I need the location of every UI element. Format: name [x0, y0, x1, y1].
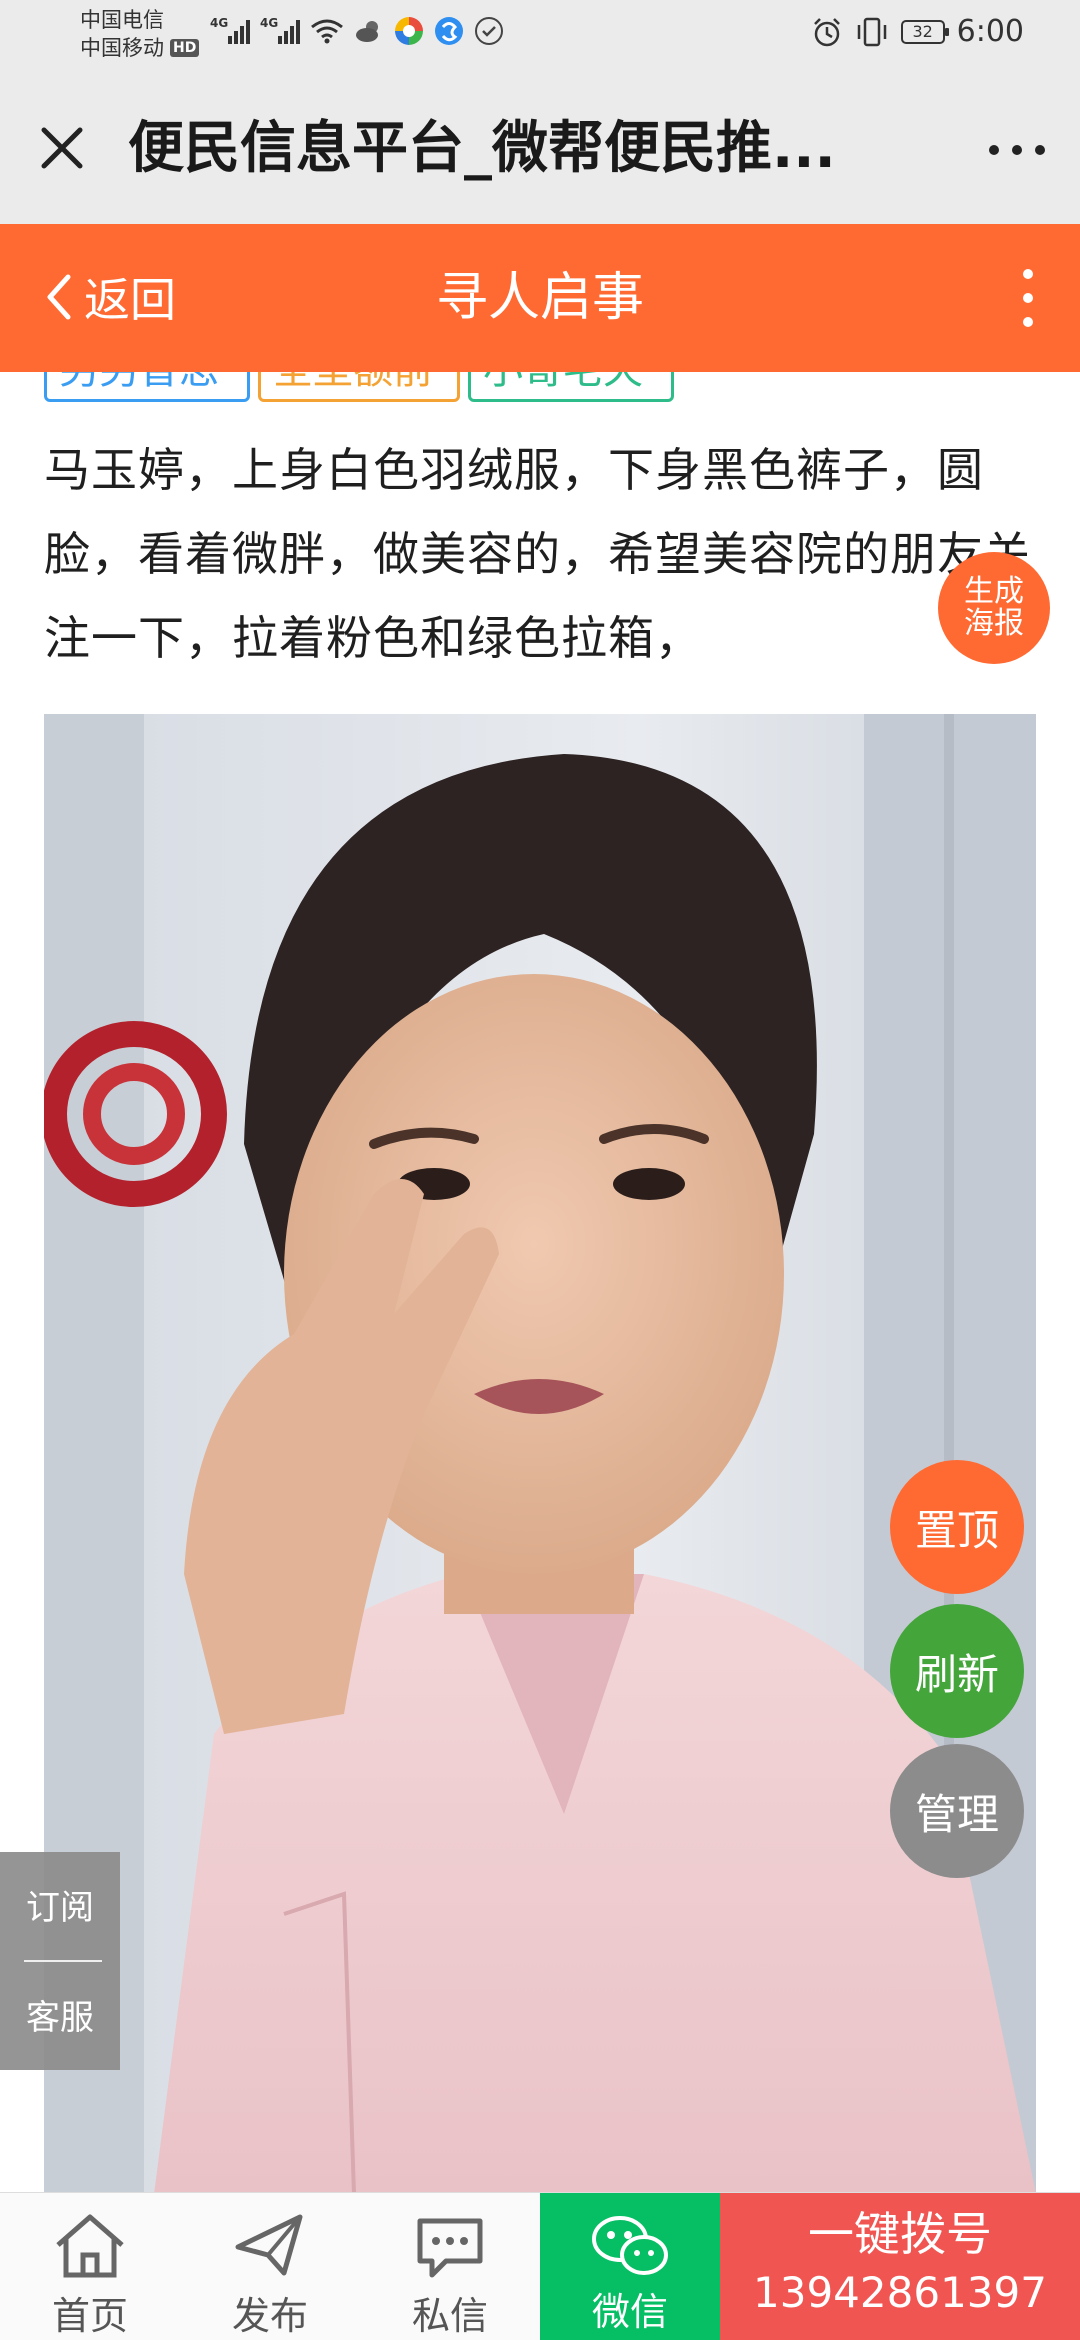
nav-wechat[interactable]: 微信 [540, 2193, 720, 2340]
generate-poster-button[interactable]: 生成 海报 [938, 552, 1050, 664]
browser-title-bar: 便民信息平台_微帮便民推... [0, 72, 1080, 224]
carrier-2: 中国移动 [80, 36, 164, 60]
app-icon [395, 17, 423, 45]
nav-message-label: 私信 [411, 2294, 488, 2338]
nav-message[interactable]: 私信 [360, 2193, 540, 2340]
battery-icon: 32 [900, 19, 949, 44]
kebab-menu-icon[interactable] [1016, 266, 1040, 330]
page-title: 便民信息平台_微帮便民推... [128, 116, 836, 181]
close-icon[interactable] [30, 116, 94, 180]
browser-icon [435, 17, 463, 45]
status-bar: 中国电信 中国移动 HD 4G 4G 32 6:00 [0, 0, 1080, 72]
nav-publish-label: 发布 [231, 2294, 308, 2338]
carrier-1: 中国电信 [80, 8, 164, 32]
signal-icon: 4G [260, 16, 300, 44]
nav-publish[interactable]: 发布 [180, 2193, 360, 2340]
subscribe-button[interactable]: 订阅 [0, 1880, 120, 1929]
weather-icon [356, 21, 378, 42]
network-type: 4G [210, 16, 229, 30]
header-title: 寻人启事 [435, 268, 644, 328]
photo-image [44, 714, 1036, 2194]
alarm-icon [813, 17, 840, 46]
wechat-icon [592, 2216, 668, 2275]
orange-header: 返回 寻人启事 [0, 224, 1080, 372]
nav-home-label: 首页 [51, 2294, 128, 2338]
customer-service-button[interactable]: 客服 [0, 1990, 120, 2039]
wifi-icon [311, 19, 343, 44]
more-options-icon[interactable] [982, 130, 1052, 170]
pin-top-button[interactable]: 置顶 [890, 1460, 1024, 1594]
side-panel: 订阅 客服 [0, 1852, 120, 2070]
bottom-nav: 首页 发布 私信 微信 一键拨号 13942861397 [0, 2192, 1080, 2340]
home-icon [56, 2214, 124, 2278]
manage-button[interactable]: 管理 [890, 1744, 1024, 1878]
status-icons: 4G 4G [210, 16, 504, 46]
hd-badge: HD [170, 39, 200, 57]
nav-home[interactable]: 首页 [0, 2193, 180, 2340]
check-icon [475, 17, 503, 45]
nav-wechat-label: 微信 [591, 2290, 668, 2334]
vibrate-icon [857, 17, 886, 46]
call-label: 一键拨号 [808, 2207, 992, 2261]
poster-label-1: 生成 [964, 574, 1024, 609]
person-photo[interactable] [44, 714, 1036, 2194]
phone-number: 13942861397 [753, 2268, 1047, 2317]
clock: 6:00 [956, 14, 1024, 49]
divider [24, 1960, 102, 1962]
network-type: 4G [260, 16, 279, 30]
paper-plane-icon [235, 2214, 303, 2276]
status-right: 32 6:00 [811, 14, 1024, 49]
post-content: 马玉婷，上身白色羽绒服，下身黑色裤子，圆脸，看着微胖，做美容的，希望美容院的朋友… [44, 443, 1031, 665]
call-button[interactable]: 一键拨号 13942861397 [720, 2193, 1080, 2340]
signal-icon: 4G [210, 16, 250, 44]
poster-label-2: 海报 [964, 606, 1024, 641]
refresh-button[interactable]: 刷新 [890, 1604, 1024, 1738]
chat-bubble-icon [417, 2218, 483, 2278]
carrier-info: 中国电信 中国移动 HD [80, 6, 200, 62]
